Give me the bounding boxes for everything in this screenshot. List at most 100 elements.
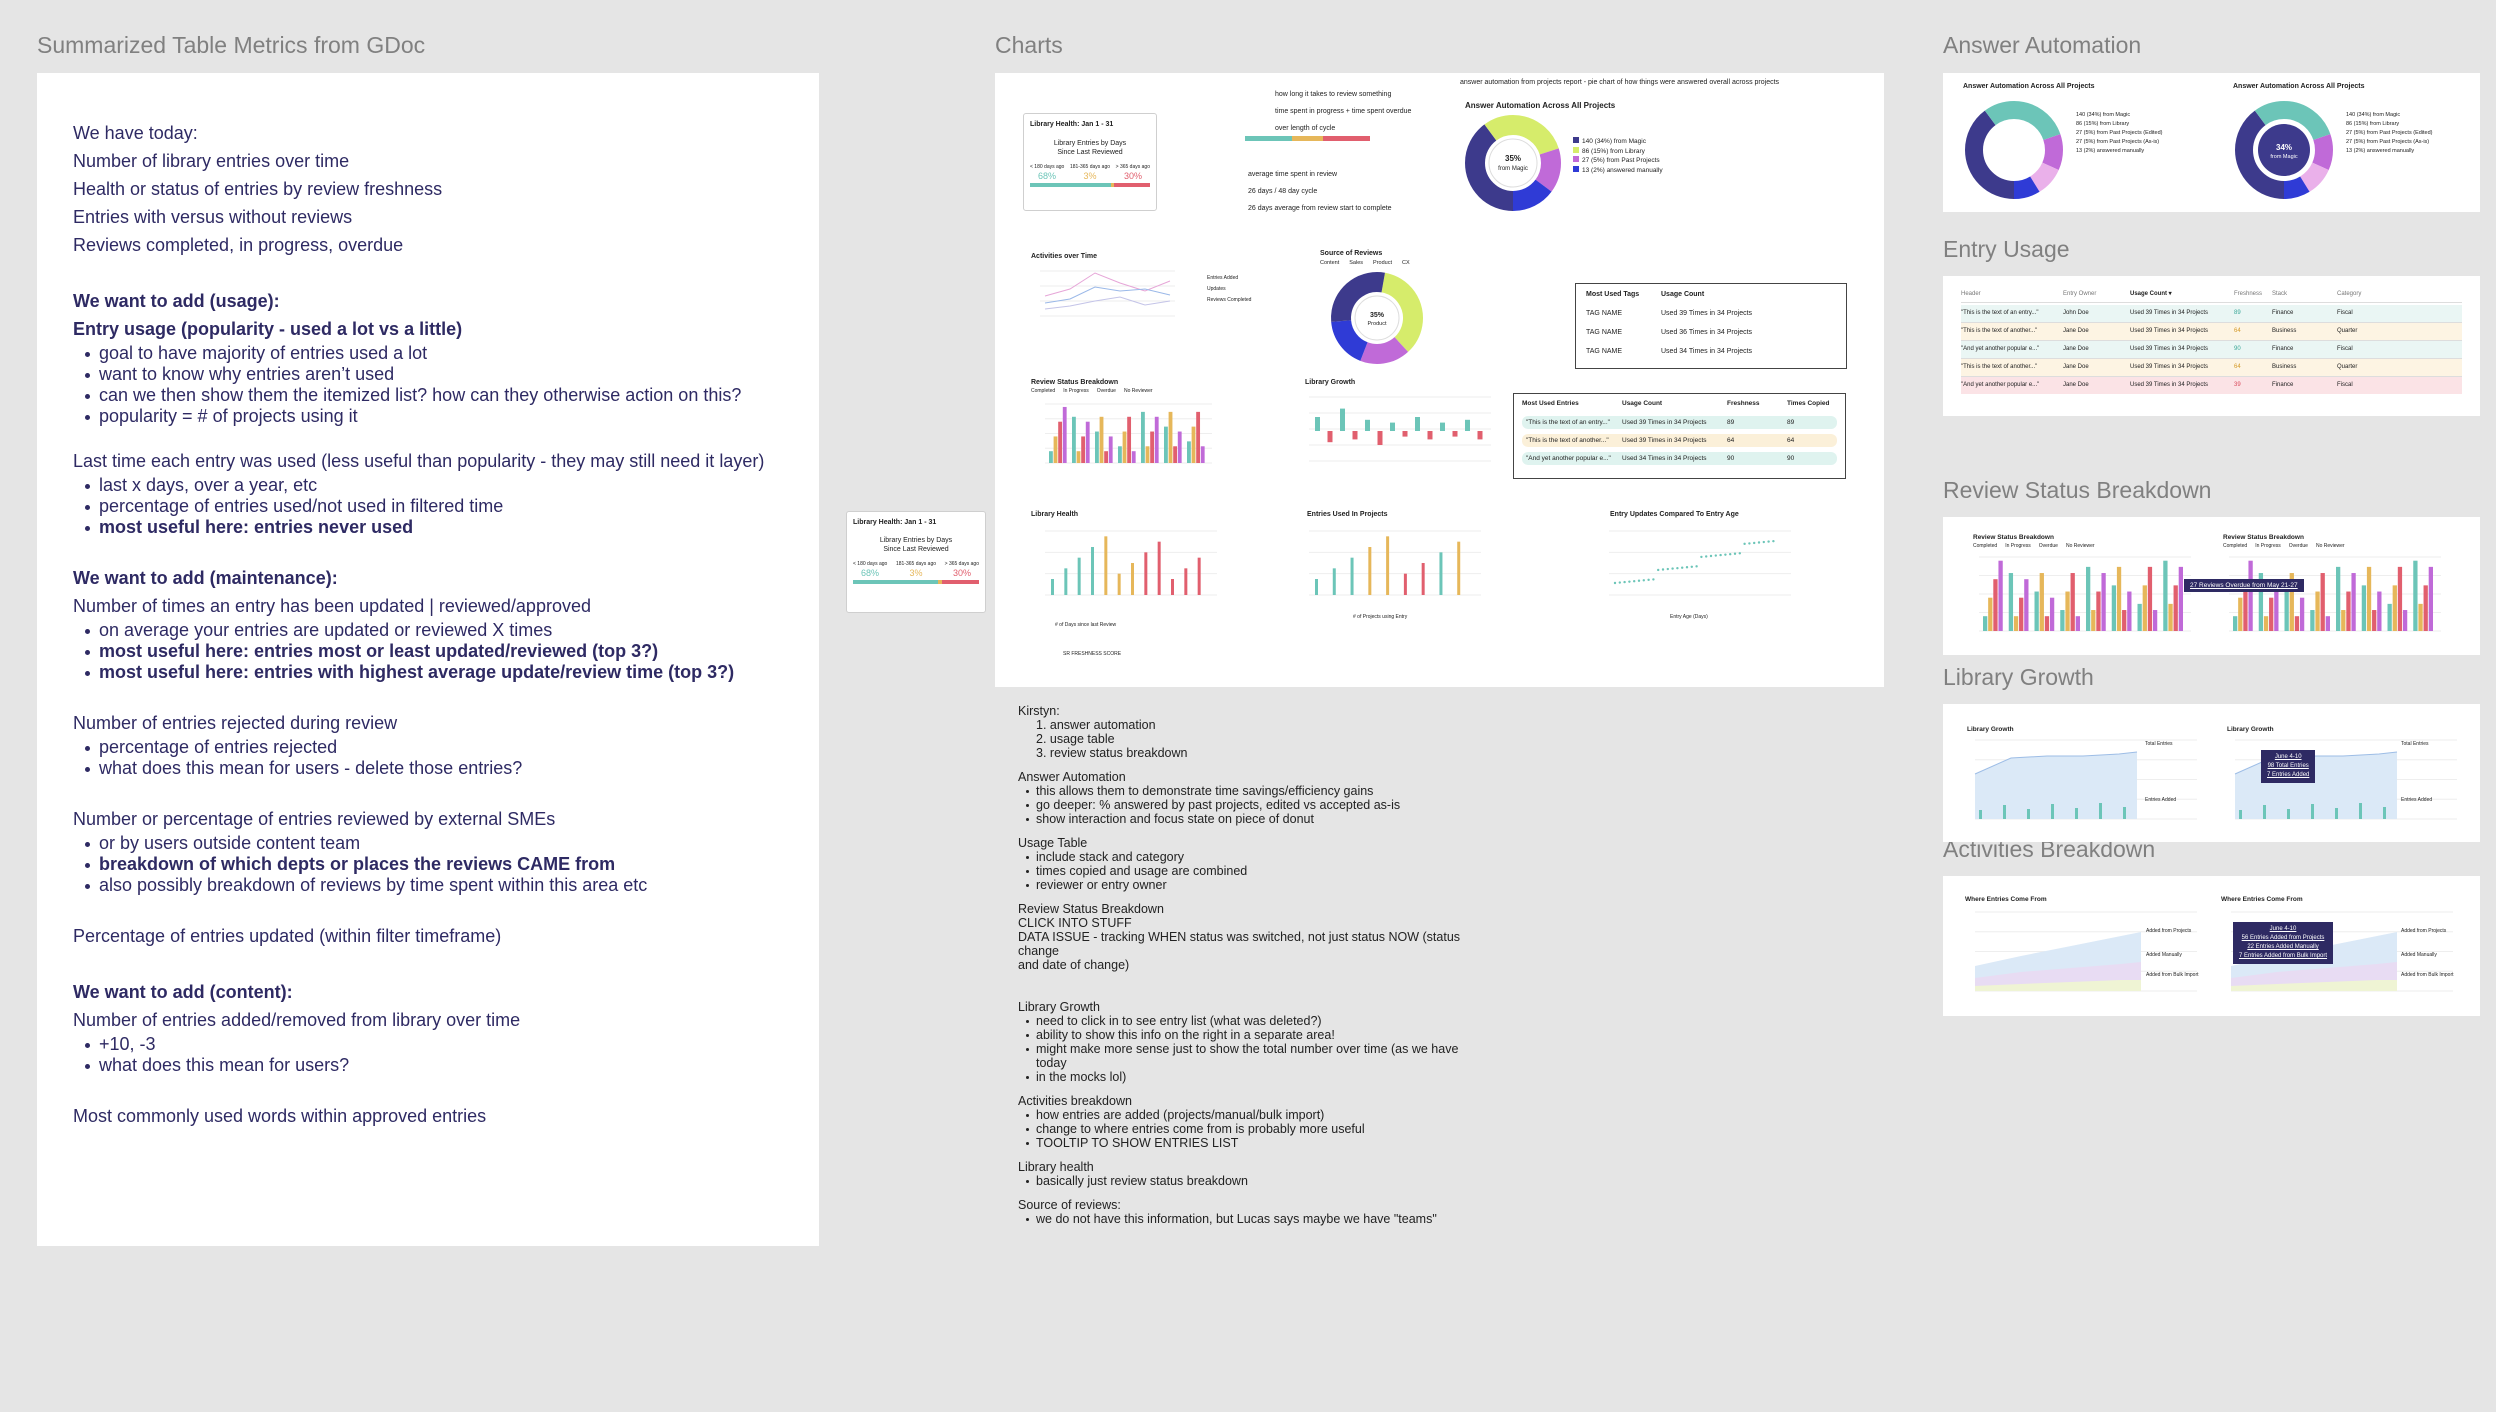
card-title: Library Health: Jan 1 - 31 [853,519,937,526]
cell: Fiscal [2337,382,2353,388]
list-item: can we then show them the itemized list?… [73,385,783,406]
scatter-point [1738,552,1741,555]
list-item: go deeper: % answered by past projects, … [1018,798,1488,812]
cell: "This is the text of an entry..." [1961,310,2039,316]
list-text: answer automation [1049,718,1156,732]
bar [2346,591,2351,631]
scatter-point [1676,566,1679,570]
x-axis-label: # of Days since last Review [1055,622,1117,628]
most-used-tags-table[interactable]: Most Used Tags Usage Count TAG NAME Used 3… [1575,283,1847,369]
bar [2310,610,2315,631]
ab-tooltip[interactable]: June 4-10 56 Entries Added from Projects… [2233,922,2334,964]
cell: Used 39 Times in 34 Projects [1622,437,1707,444]
table-row[interactable]: "This is the text of an entry..." John Do… [1961,305,2462,323]
doc-rejected-list: percentage of entries rejected what does… [73,737,783,779]
column-header[interactable]: Entry Owner [2063,290,2130,299]
lib-health-chart[interactable] [1031,525,1221,605]
table-row[interactable]: "This is the text of another..." Used 39 … [1522,434,1837,447]
table-row[interactable]: "This is the text of another..." Jane Doe… [1961,359,2462,377]
most-used-entries-table[interactable]: Most Used Entries Usage Count Freshness … [1513,393,1846,479]
legend-item: Completed [2223,543,2248,549]
rsb-chart[interactable] [1965,551,2195,641]
table-row[interactable]: TAG NAME Used 36 Times in 34 Projects [1586,328,1836,337]
tag-name: TAG NAME [1586,348,1623,355]
answer-automation-board[interactable]: Answer Automation Across All Projects 14… [1943,73,2480,212]
bar [1390,422,1395,431]
freshness-bar [853,580,979,584]
lib-growth-chart[interactable] [1295,391,1495,471]
tooltip-line: 7 Entries Added [2267,772,2310,778]
column-header[interactable]: Stack [2272,290,2337,299]
cell: Finance [2272,382,2294,388]
table-row[interactable]: "This is the text of another..." Jane Doe… [1961,323,2462,341]
activities-title: Activities over Time [1031,253,1098,260]
table-row[interactable]: TAG NAME Used 39 Times in 34 Projects [1586,309,1836,318]
sources-title: Source of Reviews [1320,250,1383,257]
cell: 64 [1727,437,1735,444]
bar [2233,616,2238,631]
scatter-point [1618,581,1621,584]
cell: 89 [2234,310,2241,316]
doc-content-heading: We want to add (content): [73,982,293,1002]
library-growth-board[interactable]: Library Growth Total Entries Entries Add… [1943,704,2480,842]
series-line [1044,272,1171,297]
activities-board[interactable]: Where Entries Come From Added from Proje… [1943,876,2480,1016]
area [2235,752,2397,819]
bar [2325,616,2330,631]
list-item: breakdown of which depts or places the r… [73,854,783,875]
column-header: Usage Count [1661,291,1705,298]
entry-usage-board[interactable]: Header Entry Owner Usage Count ▾ Freshne… [1943,276,2480,416]
lg-tooltip[interactable]: June 4-10 98 Total Entries 7 Entries Add… [2261,750,2316,783]
column-header: Times Copied [1787,400,1830,407]
rsb-chart[interactable] [2215,551,2445,641]
bar [1077,557,1081,595]
gdoc-summary-board[interactable]: We have today: Number of library entries… [37,73,819,1246]
column-header[interactable]: Header [1961,290,2063,299]
notes-heading: Library Growth [1018,1000,1100,1014]
bar [2402,610,2408,631]
table-row[interactable]: "And yet another popular e..." Jane Doe Us… [1961,377,2462,394]
table-row[interactable]: TAG NAME Used 34 Times in 34 Projects [1586,347,1836,356]
column-header-sorted[interactable]: Usage Count ▾ [2130,290,2234,299]
rsb-chart[interactable] [1031,398,1216,473]
donut-center-value: 34% [2276,143,2292,152]
bar [2096,591,2101,631]
library-health-floating-card[interactable]: Library Health: Jan 1 - 31 Library Entri… [846,511,986,613]
table-row[interactable]: "This is the text of an entry..." Used 39… [1522,416,1837,429]
charts-board[interactable]: Library Health: Jan 1 - 31 Library Entri… [995,73,1884,687]
bar [2086,566,2091,631]
bar [2075,808,2078,819]
legend-item: Product [1373,260,1392,266]
activities-chart[interactable] [1025,261,1200,331]
aa-donut-1[interactable] [1959,95,2069,205]
list-item: goal to have majority of entries used a … [73,343,783,364]
bar [2341,610,2346,631]
bar [2070,573,2075,631]
column-header[interactable]: Freshness [2234,290,2272,299]
table-row[interactable]: "And yet another popular e..." Used 34 Ti… [1522,452,1837,465]
bar [2147,566,2153,631]
cell: Used 39 Times in 34 Projects [2130,328,2209,334]
list-item: most useful here: entries never used [73,517,783,538]
bar [1315,417,1320,431]
rsb-legend: Completed In Progress Overdue No Reviewe… [1973,542,2095,551]
bar [1085,421,1090,463]
bar [2111,585,2117,631]
bar [1104,536,1108,595]
entries-used-chart[interactable] [1295,525,1485,605]
table-row[interactable]: "And yet another popular e..." Jane Doe Us… [1961,341,2462,359]
tag-usage: Used 36 Times in 34 Projects [1661,329,1753,336]
bar [1440,422,1445,431]
library-health-card[interactable]: Library Health: Jan 1 - 31 Library Entri… [1023,113,1157,211]
sources-donut[interactable]: 35% Product [1330,271,1425,366]
rsb-tooltip[interactable]: 27 Reviews Overdue from May 21-27 [2184,579,2304,592]
scatter-chart[interactable] [1595,525,1795,605]
doc-maint-list: on average your entries are updated or r… [73,620,783,683]
scatter-point [1695,565,1698,568]
aa-donut[interactable]: 35% from Magic [1463,113,1563,213]
column-header[interactable]: Category [2337,290,2361,299]
aa-donut-2[interactable]: 34% from Magic [2229,95,2339,205]
cell: "And yet another popular e..." [1961,346,2040,352]
scatter-point [1733,552,1737,555]
review-status-board[interactable]: Review Status Breakdown Completed In Pro… [1943,517,2480,655]
